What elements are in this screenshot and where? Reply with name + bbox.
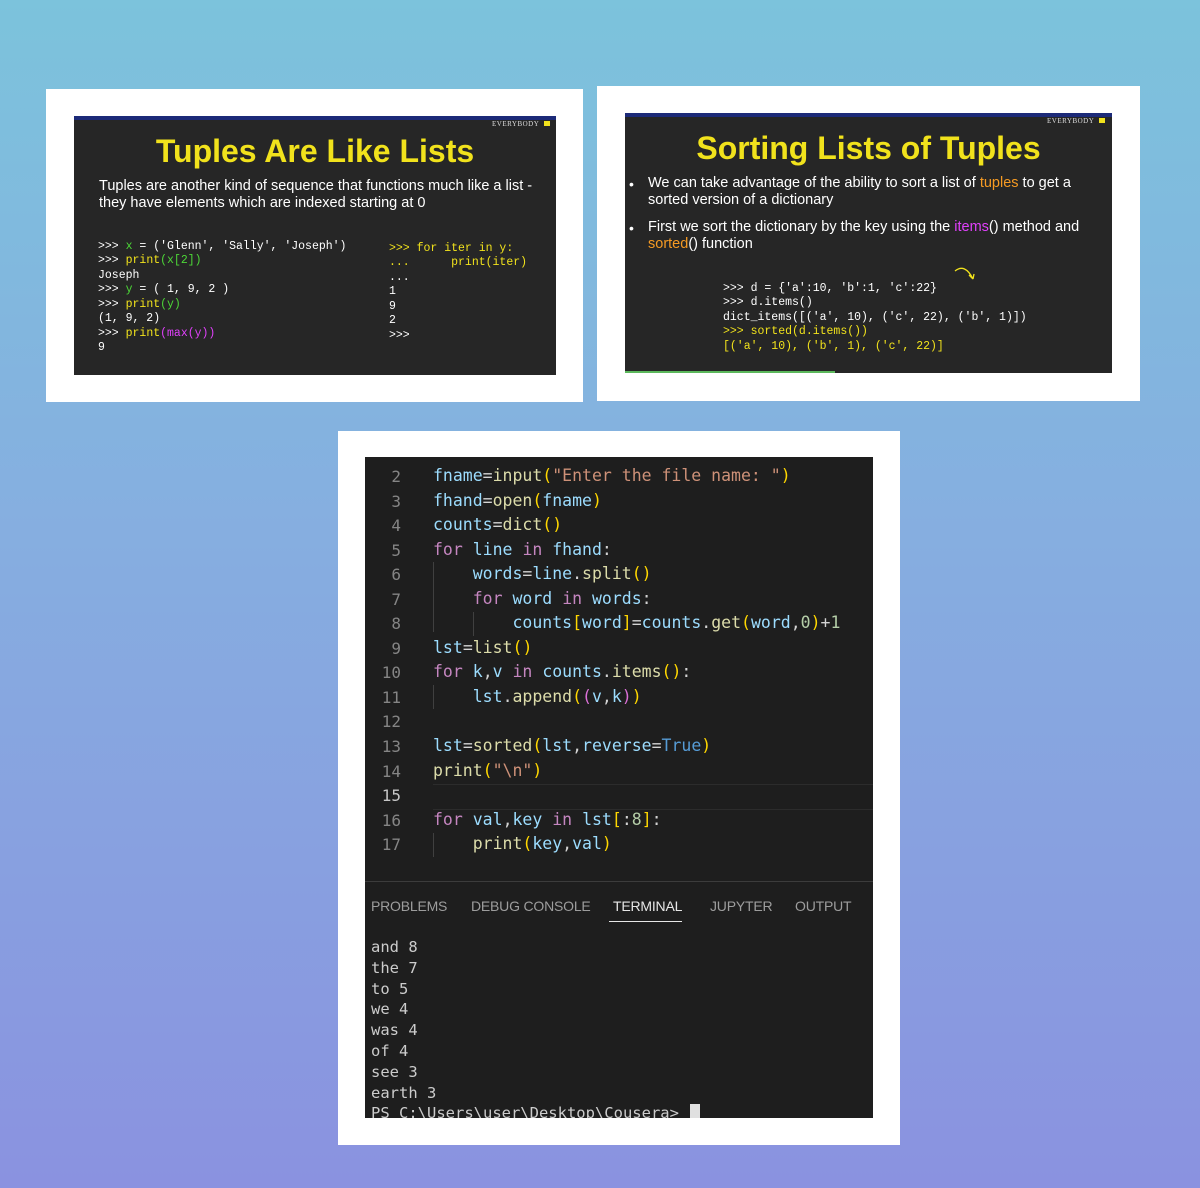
slide-card-sorting: EVERYBODY Sorting Lists of Tuples • We c… xyxy=(597,86,1140,401)
code-line: >>> x = ('Glenn', 'Sally', 'Joseph') xyxy=(98,239,347,253)
code-line[interactable]: words=line.split() xyxy=(433,564,652,583)
code-line: >>> print(max(y)) xyxy=(98,326,216,340)
tab-jupyter[interactable]: JUPYTER xyxy=(710,898,773,914)
terminal-cursor[interactable] xyxy=(690,1104,701,1118)
active-tab-indicator xyxy=(609,921,682,922)
code-line[interactable]: fname=input("Enter the file name: ") xyxy=(433,466,791,485)
tab-problems[interactable]: PROBLEMS xyxy=(371,898,447,914)
line-number: 16 xyxy=(381,811,401,830)
code-line: >>> y = ( 1, 9, 2 ) xyxy=(98,283,230,296)
code-line: >>> sorted(d.items()) xyxy=(723,325,868,338)
code-output: 2 xyxy=(389,314,396,327)
tab-debug-console[interactable]: DEBUG CONSOLE xyxy=(471,898,591,914)
terminal-line: and 8 xyxy=(371,938,418,956)
code-line[interactable]: lst.append((v,k)) xyxy=(433,687,642,706)
line-number: 9 xyxy=(391,639,401,658)
code-line[interactable]: for line in fhand: xyxy=(433,540,612,559)
code-line: >>> d.items() xyxy=(723,296,813,309)
slide-description: Tuples are another kind of sequence that… xyxy=(99,178,533,211)
code-sorting: >>> d = {'a':10, 'b':1, 'c':22} >>> d.it… xyxy=(723,267,1027,354)
terminal-line: we 4 xyxy=(371,1000,409,1019)
code-left: >>> x = ('Glenn', 'Sally', 'Joseph') >>>… xyxy=(98,225,346,356)
slide-mark xyxy=(1099,118,1105,123)
code-output: 1 xyxy=(389,285,396,298)
slide-top-bar xyxy=(625,113,1112,117)
code-line[interactable]: for word in words: xyxy=(433,589,652,608)
line-number: 2 xyxy=(391,467,401,486)
code-line: ... xyxy=(389,270,410,284)
bullet-2: First we sort the dictionary by the key … xyxy=(648,219,1080,252)
panel-border xyxy=(365,881,873,882)
terminal-line: earth 3 xyxy=(371,1083,437,1102)
line-number: 14 xyxy=(381,762,401,781)
code-right: >>> for iter in y: ... print(iter) ... 1… xyxy=(389,227,527,343)
code-output: 9 xyxy=(98,341,105,354)
line-number: 7 xyxy=(391,590,401,609)
arrow-annotation-icon xyxy=(954,267,975,280)
slide-card-tuples: EVERYBODY Tuples Are Like Lists Tuples a… xyxy=(46,89,583,402)
slide-tuples-like-lists: EVERYBODY Tuples Are Like Lists Tuples a… xyxy=(74,116,556,375)
code-line[interactable]: for val,key in lst[:8]: xyxy=(433,810,662,829)
code-line[interactable]: for k,v in counts.items(): xyxy=(433,662,691,681)
code-output: dict_items([('a', 10), ('c', 22), ('b', … xyxy=(723,310,1027,324)
code-output: Joseph xyxy=(98,268,140,282)
slide-mark xyxy=(544,121,550,126)
code-line[interactable]: counts[word]=counts.get(word,0)+1 xyxy=(433,613,840,632)
bullet-dot: • xyxy=(629,176,634,192)
editor-card: 2 3 4 5 6 7 8 9 10 11 12 13 14 15 16 17 … xyxy=(338,431,900,1145)
slide-brand: EVERYBODY xyxy=(492,120,540,128)
code-line[interactable]: counts=dict() xyxy=(433,515,562,534)
code-line: >>> for iter in y: xyxy=(389,241,514,255)
code-line: >>> print(y) xyxy=(98,297,181,311)
code-line[interactable]: lst=list() xyxy=(433,638,532,657)
code-line: >>> d = {'a':10, 'b':1, 'c':22} xyxy=(723,281,937,295)
line-number: 10 xyxy=(381,663,401,682)
line-number: 6 xyxy=(391,565,401,584)
line-number-current: 15 xyxy=(381,786,401,805)
code-line[interactable]: print(key,val) xyxy=(433,834,612,853)
line-number: 17 xyxy=(381,835,401,854)
tab-terminal[interactable]: TERMINAL xyxy=(613,898,682,914)
code-line[interactable]: fhand=open(fname) xyxy=(433,491,602,510)
line-number: 5 xyxy=(391,541,401,560)
code-line: >>> xyxy=(389,328,410,342)
line-number: 3 xyxy=(391,492,401,511)
bullet-1: We can take advantage of the ability to … xyxy=(648,175,1071,208)
slide-title: Sorting Lists of Tuples xyxy=(696,130,1041,166)
code-line: >>> print(x[2]) xyxy=(98,254,202,267)
terminal-line: was 4 xyxy=(371,1021,418,1040)
slide-title: Tuples Are Like Lists xyxy=(155,133,475,169)
terminal-line: see 3 xyxy=(371,1062,418,1081)
line-number: 13 xyxy=(381,737,401,756)
slide-brand: EVERYBODY xyxy=(1047,117,1095,125)
line-number: 4 xyxy=(391,516,401,535)
bullet-dot: • xyxy=(629,220,634,236)
code-line[interactable]: print("\n") xyxy=(433,761,542,780)
terminal-line: to 5 xyxy=(371,979,409,998)
tab-output[interactable]: OUTPUT xyxy=(795,898,852,914)
current-line-highlight xyxy=(433,784,873,810)
terminal-prompt: PS C:\Users\user\Desktop\Cousera> xyxy=(371,1104,689,1118)
terminal-line: the 7 xyxy=(371,958,418,977)
code-line: ... print(iter) xyxy=(389,256,528,269)
code-output: (1, 9, 2) xyxy=(98,312,161,325)
code-line[interactable]: lst=sorted(lst,reverse=True) xyxy=(433,736,711,755)
terminal-output[interactable]: and 8 the 7 to 5 we 4 was 4 of 4 see 3 e… xyxy=(371,937,701,1118)
vscode-editor: 2 3 4 5 6 7 8 9 10 11 12 13 14 15 16 17 … xyxy=(365,457,873,1118)
slide-top-bar xyxy=(74,116,556,120)
terminal-line: of 4 xyxy=(371,1041,409,1060)
line-number: 12 xyxy=(381,712,401,731)
code-output: 9 xyxy=(389,299,396,313)
line-number: 11 xyxy=(381,688,401,707)
slide-sorting-tuples: EVERYBODY Sorting Lists of Tuples • We c… xyxy=(625,113,1112,373)
line-number: 8 xyxy=(391,614,401,633)
code-output: [('a', 10), ('b', 1), ('c', 22)] xyxy=(723,339,944,353)
progress-line xyxy=(625,371,835,373)
